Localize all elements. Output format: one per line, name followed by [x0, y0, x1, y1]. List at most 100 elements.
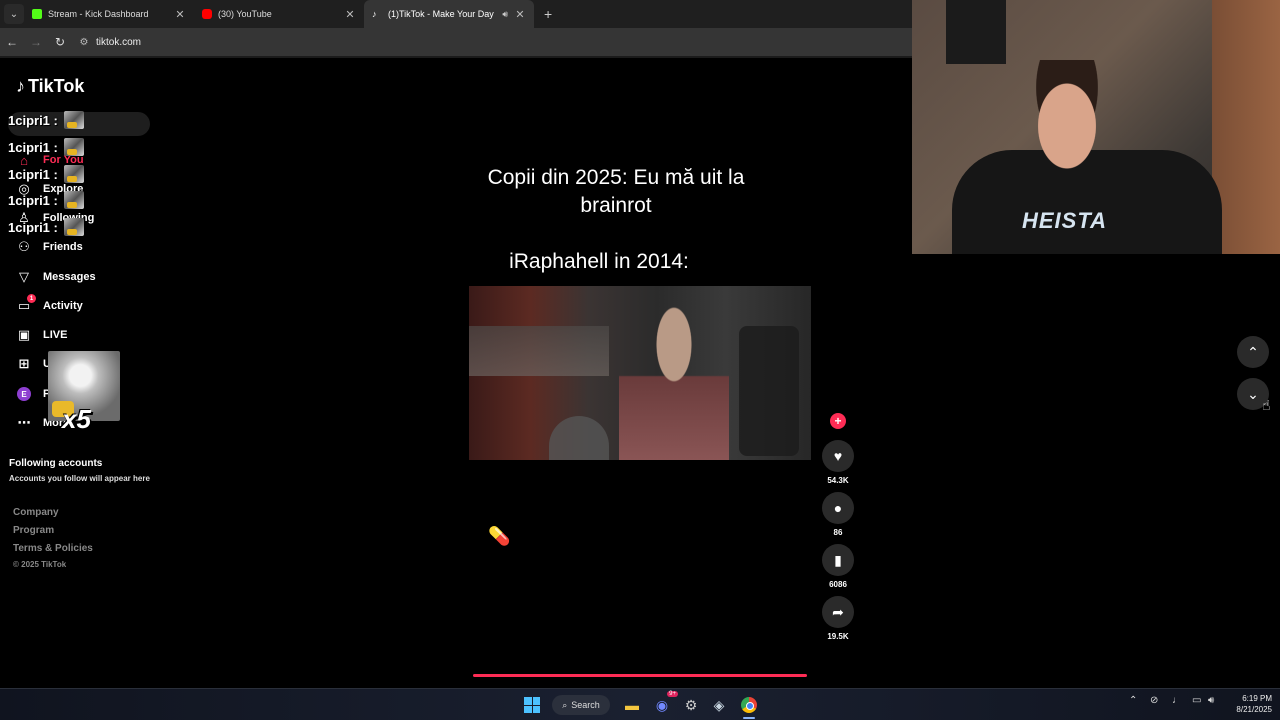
tiktok-logo[interactable]: ♪ TikTok — [16, 76, 84, 97]
chrome-icon[interactable] — [739, 695, 759, 715]
url-text: tiktok.com — [96, 36, 142, 48]
tray-chevron-up-icon[interactable]: ⌃ — [1129, 695, 1137, 706]
new-tab-button[interactable]: + — [544, 6, 552, 22]
bookmark-icon: ▮ — [834, 551, 842, 568]
sidebar-item-label: LIVE — [43, 329, 68, 341]
upload-icon: ⊞ — [18, 356, 30, 371]
network-icon[interactable]: ⊘ — [1150, 695, 1158, 706]
tab-close-icon[interactable]: ✕ — [514, 8, 526, 21]
taskbar-search[interactable]: ⌕ Search — [552, 695, 610, 715]
speaker-icon[interactable]: 🔊︎ — [502, 9, 508, 20]
reload-icon[interactable]: ↻ — [48, 35, 72, 49]
chat-username: 1cipri1 : — [8, 112, 58, 128]
chat-message: 1cipri1 : — [8, 165, 84, 183]
footer-link-program[interactable]: Program — [13, 525, 54, 536]
chat-username: 1cipri1 : — [8, 192, 58, 208]
copyright: © 2025 TikTok — [13, 560, 67, 569]
discord-badge: 9+ — [667, 691, 678, 697]
shirt-text: HEISTA — [1022, 208, 1108, 233]
live-icon: ▣ — [17, 327, 31, 342]
video-chair — [739, 326, 799, 456]
comment-count: 86 — [833, 528, 843, 537]
windows-logo-icon — [524, 697, 540, 713]
microphone-icon[interactable]: ♩ — [1172, 695, 1182, 706]
omnibox[interactable]: ⚙︎ tiktok.com — [76, 32, 142, 52]
sidebar-item-live[interactable]: ▣ LIVE — [15, 327, 68, 343]
sidebar-item-activity[interactable]: ▭ 1 Activity — [15, 294, 83, 314]
previous-video-button[interactable]: ⌃ — [1237, 336, 1269, 368]
taskbar-clock[interactable]: 6:19 PM 8/21/2025 — [1226, 693, 1272, 715]
sidebar-item-messages[interactable]: ▽ Messages — [15, 269, 96, 285]
video-caption-top: Copii din 2025: Eu mă uit la brainrot — [487, 166, 745, 217]
emote-icon — [63, 165, 84, 183]
tab-close-icon[interactable]: ✕ — [174, 8, 186, 21]
pill-sticker-icon: 💊 — [488, 526, 511, 546]
chevron-down-icon: ⌄ — [9, 8, 19, 20]
chat-username: 1cipri1 : — [8, 139, 58, 155]
sidebar-item-profile[interactable]: E P — [15, 386, 50, 402]
share-button[interactable]: ➦ — [822, 596, 854, 628]
following-accounts-title: Following accounts — [9, 458, 103, 469]
chat-message: 1cipri1 : — [8, 191, 84, 209]
video-microphone — [549, 416, 609, 460]
heart-icon: ♥ — [833, 448, 843, 464]
footer-link-company[interactable]: Company — [13, 507, 59, 518]
display-icon[interactable]: ▭ — [1192, 695, 1201, 706]
sidebar-item-friends[interactable]: ⚇ Friends — [15, 239, 83, 255]
comment-button[interactable]: ● — [822, 492, 854, 524]
video-progress-bar[interactable] — [473, 674, 807, 677]
emote-icon — [63, 138, 84, 156]
following-accounts-subtitle: Accounts you follow will appear here — [9, 474, 150, 483]
save-count: 6086 — [829, 580, 847, 589]
file-explorer-icon[interactable]: ▬ — [622, 695, 642, 715]
forward-arrow-icon[interactable]: → — [24, 35, 48, 49]
sidebar-item-upload[interactable]: ⊞ U — [15, 356, 51, 372]
chevron-down-icon: ⌄ — [1247, 385, 1259, 402]
discord-icon[interactable]: ◉ 9+ — [652, 691, 678, 715]
address-bar-row: ← → ↻ ⚙︎ tiktok.com — [0, 28, 912, 56]
share-count: 19.5K — [827, 632, 849, 641]
tab-title: (1)TikTok - Make Your Day — [388, 9, 494, 19]
webcam-person-head — [1022, 60, 1112, 170]
like-button[interactable]: ♥ — [822, 440, 854, 472]
chat-username: 1cipri1 : — [8, 166, 58, 182]
site-info-icon[interactable]: ⚙︎ — [76, 37, 92, 48]
video-shelf — [469, 326, 609, 376]
save-button[interactable]: ▮ — [822, 544, 854, 576]
tab-kick[interactable]: Stream - Kick Dashboard ✕ — [24, 0, 194, 28]
emote-icon — [63, 191, 84, 209]
emote-icon — [63, 111, 84, 129]
follow-plus-button[interactable]: + — [830, 413, 846, 429]
logo-text: TikTok — [28, 76, 85, 96]
more-icon: ⋯ — [17, 415, 31, 430]
webcam-door — [1212, 0, 1280, 254]
sidebar-item-label: Messages — [43, 271, 96, 283]
screen: ⌄ Stream - Kick Dashboard ✕ (30) YouTube… — [0, 0, 1280, 720]
kick-favicon-icon — [32, 9, 42, 19]
video-frame[interactable] — [469, 286, 811, 460]
clock-time: 6:19 PM — [1242, 694, 1272, 703]
search-icon: ⌕ — [562, 699, 568, 710]
windows-taskbar: ⌕ Search ▬ ◉ 9+ ⚙︎ ◈ ⌃ ⊘ ♩ ▭ 🔊︎ 6:19 PM 8… — [0, 688, 1280, 720]
tab-close-icon[interactable]: ✕ — [344, 8, 356, 21]
chat-message: 1cipri1 : — [8, 218, 84, 236]
steam-icon[interactable]: ◈ — [709, 695, 729, 715]
chevron-up-icon: ⌃ — [1247, 343, 1259, 360]
start-button[interactable] — [522, 695, 542, 715]
hand-cursor-icon: ☝ — [1262, 397, 1271, 413]
back-arrow-icon[interactable]: ← — [0, 35, 24, 49]
webcam-poster — [946, 0, 1006, 64]
sidebar-item-label: Friends — [43, 241, 83, 253]
tab-youtube[interactable]: (30) YouTube ✕ — [194, 0, 364, 28]
chat-username: 1cipri1 : — [8, 219, 58, 235]
volume-icon[interactable]: 🔊︎ — [1208, 695, 1214, 706]
taskbar-search-label: Search — [571, 700, 600, 710]
notification-badge: 1 — [27, 294, 36, 303]
tab-search-button[interactable]: ⌄ — [4, 4, 24, 24]
sidebar-item-label: Activity — [43, 300, 83, 312]
tab-tiktok[interactable]: ♪ (1)TikTok - Make Your Day 🔊︎ ✕ — [364, 0, 534, 28]
video-person — [619, 306, 729, 460]
footer-link-terms[interactable]: Terms & Policies — [13, 543, 93, 554]
app-icon[interactable]: ⚙︎ — [681, 695, 701, 715]
tiktok-note-icon: ♪ — [16, 76, 25, 96]
